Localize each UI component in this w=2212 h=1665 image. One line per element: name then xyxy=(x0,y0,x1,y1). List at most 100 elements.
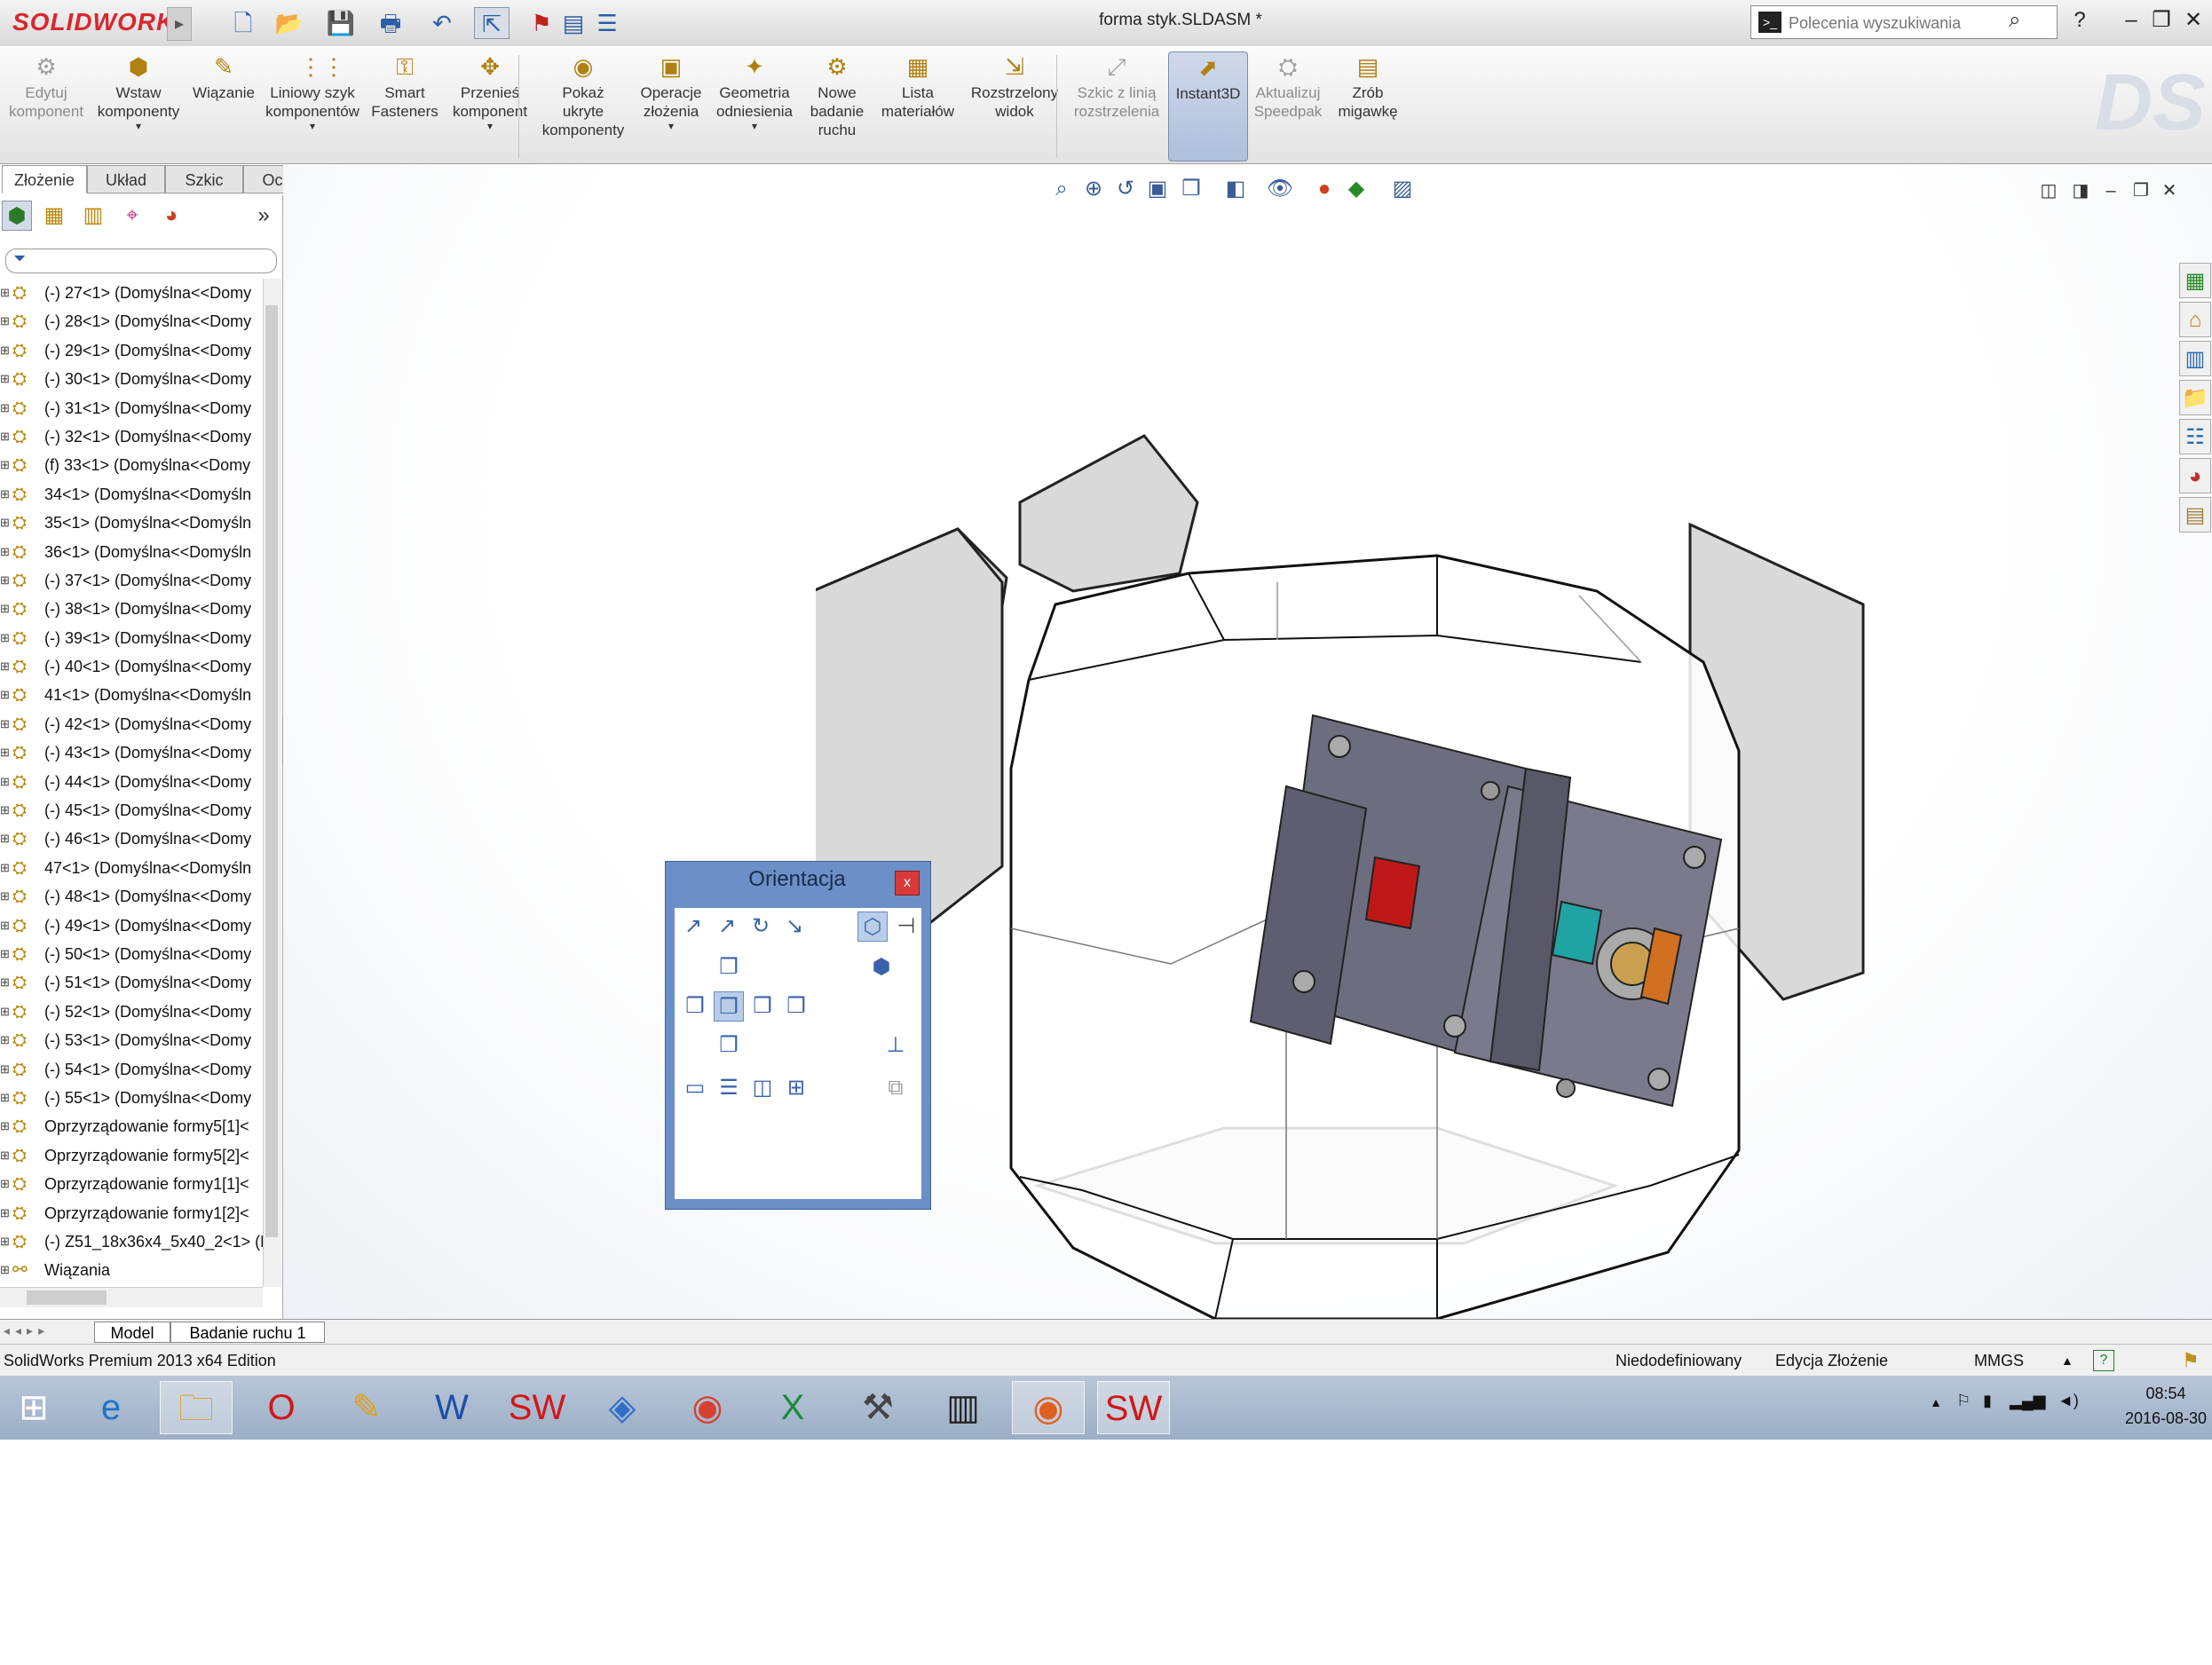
front-view-icon[interactable]: ❒ xyxy=(714,991,744,1022)
view-orientation-icon[interactable]: ❒ xyxy=(1176,174,1206,204)
four-view-icon[interactable]: ⊞ xyxy=(781,1073,811,1103)
viewport-minimize-icon[interactable]: – xyxy=(2097,178,2124,204)
tree-filter[interactable]: ⏷ xyxy=(5,249,277,273)
search-box[interactable]: >_ ⌕ xyxy=(1750,5,2058,39)
opera-icon[interactable]: O xyxy=(245,1381,318,1434)
tree-item[interactable]: ⊞ ⛭ 41<1> (Domyślna<<Domyśln xyxy=(0,681,266,709)
units-up-icon[interactable]: ▲ xyxy=(2061,1345,2074,1377)
section-view-icon[interactable]: ▣ xyxy=(1142,174,1173,204)
appearances-pane-icon[interactable]: ◕ xyxy=(2179,458,2211,493)
tree-item[interactable]: ⊞ ⛭ (-) 39<1> (Domyślna<<Domy xyxy=(0,624,266,652)
dropdown-arrow-icon[interactable]: ▾ xyxy=(710,121,799,131)
configuration-manager-tab-icon[interactable]: ▥ xyxy=(78,201,108,231)
close-icon[interactable]: ✕ xyxy=(2178,5,2208,36)
tree-horizontal-scrollbar[interactable] xyxy=(0,1287,263,1307)
dropdown-arrow-icon[interactable]: ▾ xyxy=(634,121,708,131)
clock-date[interactable]: 2016-08-30 xyxy=(2104,1409,2212,1428)
explode-line-sketch-button[interactable]: ⤢ Szkic z linią rozstrzelenia xyxy=(1067,51,1166,162)
show-hidden-button[interactable]: ◉ Pokaż ukryte komponenty xyxy=(536,51,630,162)
display-style-icon[interactable]: ◧ xyxy=(1221,174,1251,204)
excel-icon[interactable]: X xyxy=(756,1381,829,1434)
save-icon[interactable]: 💾 xyxy=(323,7,359,39)
expand-icon[interactable]: ⊞ xyxy=(0,652,10,681)
speedpak-button[interactable]: ⛭ Aktualizuj Speedpak xyxy=(1248,51,1328,162)
tab-layout[interactable]: Układ xyxy=(87,165,165,193)
tree-item[interactable]: ⊞ ⛭ (-) 52<1> (Domyślna<<Domy xyxy=(0,998,266,1026)
tree-item[interactable]: ⊞ ⛭ (-) 40<1> (Domyślna<<Domy xyxy=(0,652,266,681)
help-icon[interactable]: ? xyxy=(2065,5,2095,36)
help-quick-icon[interactable]: ? xyxy=(2093,1350,2114,1371)
chrome-icon[interactable]: ◉ xyxy=(671,1381,744,1434)
bill-of-materials-button[interactable]: ▦ Lista materiałów xyxy=(873,51,962,162)
link-views-icon[interactable]: ⧉ xyxy=(881,1073,911,1103)
tree-item[interactable]: ⊞ ⛭ (-) 49<1> (Domyślna<<Domy xyxy=(0,911,266,940)
expand-icon[interactable]: ⊞ xyxy=(0,738,10,767)
expand-icon[interactable]: ⊞ xyxy=(0,940,10,968)
tree-item[interactable]: ⊞ ⛭ 47<1> (Domyślna<<Domyśln xyxy=(0,854,266,882)
expand-icon[interactable]: ⊞ xyxy=(0,768,10,796)
custom-properties-icon[interactable]: ▤ xyxy=(2179,497,2211,533)
tree-item[interactable]: ⊞ ⛭ (-) 48<1> (Domyślna<<Domy xyxy=(0,882,266,911)
tool-app-icon[interactable]: ⚒ xyxy=(841,1381,914,1434)
scroll-thumb[interactable] xyxy=(265,305,278,1237)
expand-icon[interactable]: ⊞ xyxy=(0,279,10,307)
expand-icon[interactable]: ⊞ xyxy=(0,538,10,566)
tree-item[interactable]: ⊞ ⛭ (-) 38<1> (Domyślna<<Domy xyxy=(0,595,266,623)
back-view-icon[interactable]: ❒ xyxy=(781,991,811,1022)
expand-icon[interactable]: ⊞ xyxy=(0,480,10,509)
tree-item[interactable]: ⊞ ⛭ Oprzyrządowanie formy1[1]< xyxy=(0,1170,266,1198)
menu-expand-arrow[interactable]: ▸ xyxy=(167,7,192,41)
edit-component-button[interactable]: ⚙ Edytuj komponent xyxy=(2,51,91,162)
left-view-icon[interactable]: ❒ xyxy=(680,991,710,1022)
tree-item[interactable]: ⊞ ⛭ (-) 31<1> (Domyślna<<Domy xyxy=(0,394,266,422)
tree-item[interactable]: ⊞ ⛭ 35<1> (Domyślna<<Domyśln xyxy=(0,509,266,537)
tree-item[interactable]: ⊞ ⛭ (-) 55<1> (Domyślna<<Domy xyxy=(0,1084,266,1112)
show-hidden-icons-icon[interactable]: ▲ xyxy=(1930,1395,1942,1409)
dropdown-arrow-icon[interactable]: ▾ xyxy=(259,121,366,131)
zoom-to-area-icon[interactable]: ⊕ xyxy=(1078,174,1109,204)
expand-icon[interactable]: ⊞ xyxy=(0,882,10,911)
expand-icon[interactable]: ⊞ xyxy=(0,394,10,422)
chart-app-icon[interactable]: ▥ xyxy=(927,1381,999,1434)
clock-time[interactable]: 08:54 xyxy=(2130,1385,2201,1403)
design-library-icon[interactable]: ⌂ xyxy=(2179,302,2211,337)
tree-item[interactable]: ⊞ ⛭ (-) 37<1> (Domyślna<<Domy xyxy=(0,566,266,595)
move-component-button[interactable]: ✥ Przenieś komponent ▾ xyxy=(444,51,536,162)
exploded-view-button[interactable]: ⇲ Rozstrzelony widok xyxy=(962,51,1067,162)
tree-item[interactable]: ⊞ ⛭ (-) 32<1> (Domyślna<<Domy xyxy=(0,422,266,451)
view-cube-toggle-icon[interactable]: ⬡ xyxy=(857,911,888,942)
tree-item[interactable]: ⊞ ⛭ Oprzyrządowanie formy5[2]< xyxy=(0,1141,266,1170)
pin-dialog-icon[interactable]: ⊣ xyxy=(891,911,921,942)
expand-icon[interactable]: ⊞ xyxy=(0,365,10,393)
right-view-icon[interactable]: ❒ xyxy=(747,991,778,1022)
start-icon[interactable]: ⊞ xyxy=(0,1381,67,1434)
tree-item[interactable]: ⊞ ⛭ (-) 50<1> (Domyślna<<Domy xyxy=(0,940,266,968)
expand-icon[interactable]: ⊞ xyxy=(0,796,10,825)
tree-item[interactable]: ⊞ ⛭ 36<1> (Domyślna<<Domyśln xyxy=(0,538,266,566)
expand-icon[interactable]: ⊞ xyxy=(0,1026,10,1054)
new-view-icon[interactable]: ↗ xyxy=(678,911,708,942)
expand-icon[interactable]: ⊞ xyxy=(0,624,10,652)
top-view-icon[interactable]: ❒ xyxy=(714,952,744,982)
select-cursor-icon[interactable]: ⇱ xyxy=(474,7,510,39)
expand-icon[interactable]: ⊞ xyxy=(0,1170,10,1198)
tree-item[interactable]: ⊞ ⛭ (-) 43<1> (Domyślna<<Domy xyxy=(0,738,266,767)
mate-button[interactable]: ✎ Wiązanie xyxy=(188,51,259,162)
reset-standard-views-icon[interactable]: ↻ xyxy=(746,911,776,942)
expand-icon[interactable]: ⊞ xyxy=(0,1141,10,1170)
folder-pane-icon[interactable]: 📁 xyxy=(2179,380,2211,415)
close-icon[interactable]: x xyxy=(895,871,920,896)
split-horizontal-icon[interactable]: ◨ xyxy=(2067,178,2094,204)
tree-vertical-scrollbar[interactable] xyxy=(263,279,281,1287)
expand-icon[interactable]: ⊞ xyxy=(0,968,10,997)
network-icon[interactable]: ▂▄▆ xyxy=(2010,1392,2045,1410)
expand-icon[interactable]: ⊞ xyxy=(0,1227,10,1256)
scroll-thumb[interactable] xyxy=(27,1290,107,1305)
maps-app-icon[interactable]: ◈ xyxy=(586,1381,659,1434)
tab-scroll-arrows[interactable]: ◂◂▸▸ xyxy=(4,1323,89,1341)
two-view-vertical-icon[interactable]: ◫ xyxy=(747,1073,778,1103)
tree-item[interactable]: ⊞ ⚯ Wiązania xyxy=(0,1256,266,1282)
assembly-features-button[interactable]: ▣ Operacje złożenia ▾ xyxy=(634,51,708,162)
tree-item[interactable]: ⊞ ⛭ (-) 53<1> (Domyślna<<Domy xyxy=(0,1026,266,1054)
expand-icon[interactable]: ⊞ xyxy=(0,336,10,365)
